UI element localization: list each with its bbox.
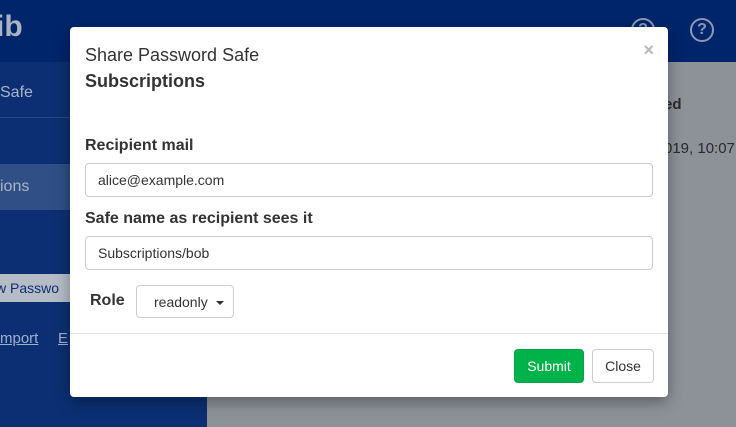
close-button[interactable]: Close: [592, 349, 654, 383]
footer-divider: [70, 333, 668, 334]
app-title: ib: [0, 10, 23, 43]
recipient-mail-input[interactable]: [85, 163, 653, 197]
import-link[interactable]: mport: [0, 330, 38, 347]
role-label: Role: [90, 292, 125, 309]
export-link[interactable]: E: [58, 330, 68, 347]
share-dialog: Share Password Safe Subscriptions × Reci…: [70, 27, 668, 397]
help-icon[interactable]: ?: [690, 18, 714, 42]
safe-name-input[interactable]: [85, 236, 653, 270]
role-selected-value: readonly: [154, 294, 208, 310]
new-password-button[interactable]: w Passwo: [0, 274, 80, 302]
chevron-down-icon: [216, 301, 224, 305]
safe-name-label: Safe name as recipient sees it: [85, 210, 313, 227]
table-cell: 019, 10:07: [664, 140, 735, 157]
dialog-title: Share Password Safe: [85, 45, 260, 65]
recipient-mail-label: Recipient mail: [85, 137, 194, 154]
close-icon[interactable]: ×: [643, 41, 654, 59]
submit-button[interactable]: Submit: [514, 349, 584, 383]
dialog-subtitle: Subscriptions: [85, 71, 206, 91]
role-select[interactable]: readonly: [136, 285, 234, 318]
